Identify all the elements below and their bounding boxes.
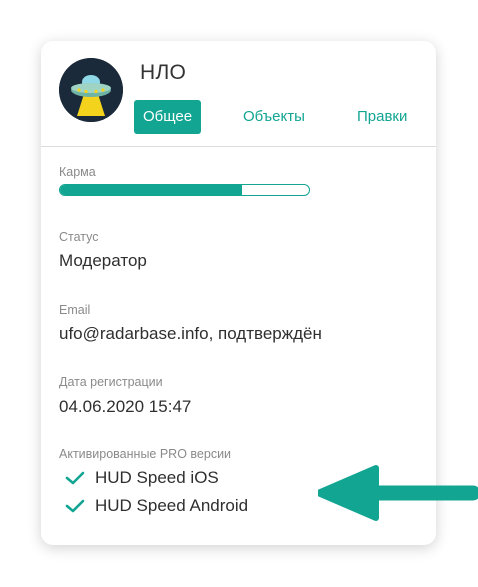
email-value: ufo@radarbase.info, подтверждён <box>59 324 322 343</box>
tab-edits[interactable]: Правки <box>357 100 407 134</box>
karma-label: Карма <box>59 165 96 179</box>
pro-item-label: HUD Speed Android <box>95 496 249 515</box>
check-icon <box>65 499 85 513</box>
username: НЛО <box>140 61 187 84</box>
pro-item-ios: HUD Speed iOS <box>65 468 219 488</box>
tab-general[interactable]: Общее <box>134 100 202 134</box>
karma-progress-fill <box>60 185 242 195</box>
avatar <box>59 58 123 122</box>
ufo-icon <box>59 58 123 122</box>
registration-value: 04.06.2020 15:47 <box>59 397 192 416</box>
check-icon <box>65 471 85 485</box>
pro-versions-label: Активированные PRO версии <box>59 447 232 461</box>
arrow-left-icon <box>318 465 478 521</box>
karma-progress-bar <box>59 184 310 196</box>
status-label: Статус <box>59 230 99 244</box>
status-value: Модератор <box>59 251 147 270</box>
email-label: Email <box>59 303 91 317</box>
registration-label: Дата регистрации <box>59 375 163 389</box>
pro-item-label: HUD Speed iOS <box>95 468 219 487</box>
tab-objects[interactable]: Объекты <box>243 100 305 134</box>
profile-header: НЛО Общее Объекты Правки <box>41 41 436 147</box>
pro-item-android: HUD Speed Android <box>65 496 248 516</box>
